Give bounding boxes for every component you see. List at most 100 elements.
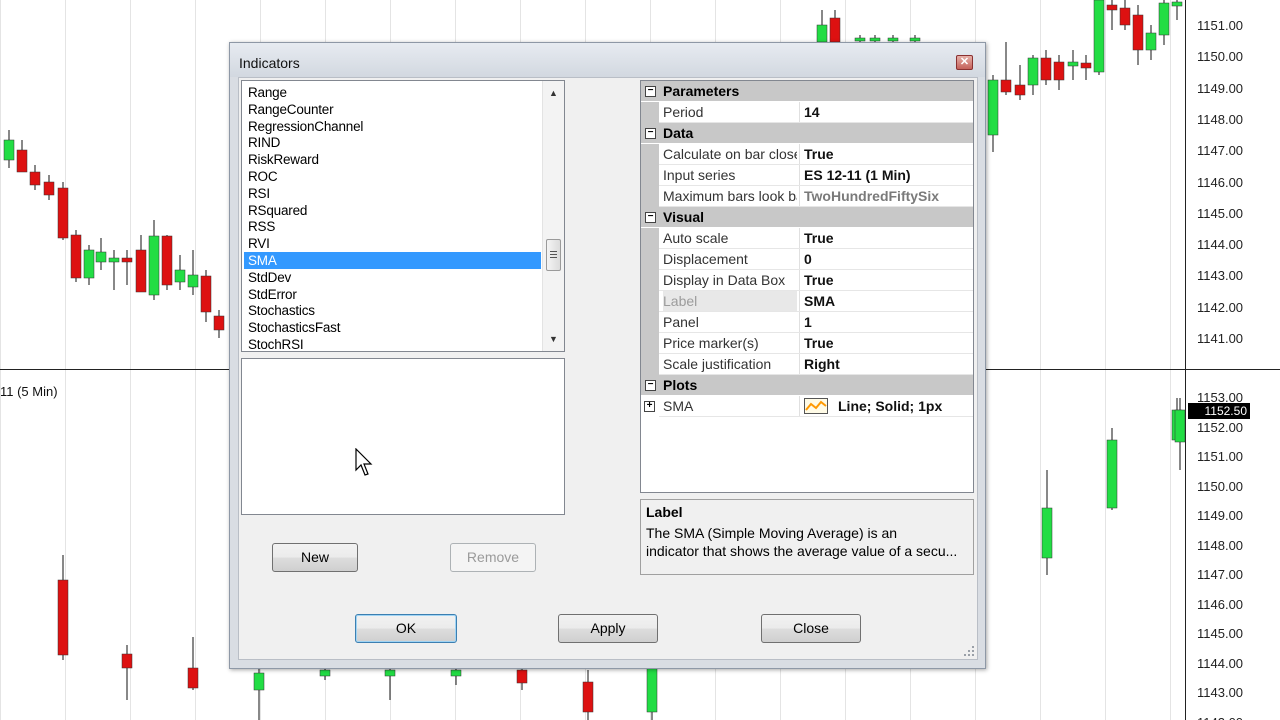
indicator-list-item[interactable]: RSI: [244, 185, 541, 202]
indicator-list-item[interactable]: StdDev: [244, 269, 541, 286]
price-axis-label: 1150.00: [1197, 49, 1244, 65]
price-axis-label: 1143.00: [1197, 268, 1244, 284]
candle-body: [16, 149, 28, 173]
dialog-titlebar[interactable]: Indicators ✕: [230, 43, 985, 77]
collapse-icon[interactable]: −: [645, 128, 656, 139]
candle-body: [187, 274, 199, 288]
property-value[interactable]: SMA: [799, 291, 973, 311]
property-row-plot-sma[interactable]: + SMA Line; Solid; 1px: [641, 396, 973, 417]
candle-body: [200, 275, 212, 313]
price-axis-label: 1152.00: [1197, 419, 1244, 435]
indicator-list-item[interactable]: Stochastics: [244, 302, 541, 319]
close-x-icon[interactable]: ✕: [956, 55, 973, 70]
remove-button[interactable]: Remove: [450, 543, 536, 572]
indicator-list-item[interactable]: SMA: [244, 252, 541, 269]
ok-button[interactable]: OK: [355, 614, 457, 643]
price-axis-label: 1151.00: [1197, 18, 1244, 33]
candle-body: [1119, 7, 1131, 26]
candle-body: [43, 181, 55, 196]
candle-body: [1014, 84, 1026, 96]
indicator-list-item[interactable]: StochRSI: [244, 336, 541, 351]
property-name: SMA: [663, 398, 694, 414]
candle-body: [1000, 79, 1012, 93]
candle-body: [57, 187, 69, 239]
scroll-down-arrow-icon[interactable]: ▼: [543, 331, 564, 347]
indicator-list-item[interactable]: RiskReward: [244, 151, 541, 168]
indicator-list-item[interactable]: RVI: [244, 235, 541, 252]
candle-body: [1171, 1, 1183, 7]
expand-icon[interactable]: +: [644, 401, 655, 412]
candle-body: [148, 235, 160, 296]
candle-body: [29, 171, 41, 186]
property-value[interactable]: True: [799, 144, 973, 164]
category-parameters-label: Parameters: [663, 83, 740, 99]
property-name: Maximum bars look back: [663, 188, 797, 204]
property-row-calculate-on-bar-close[interactable]: Calculate on bar close True: [641, 144, 973, 165]
property-row-input-series[interactable]: Input series ES 12-11 (1 Min): [641, 165, 973, 186]
collapse-icon[interactable]: −: [645, 380, 656, 391]
indicator-list-item[interactable]: RSS: [244, 218, 541, 235]
indicator-list-item[interactable]: RangeCounter: [244, 101, 541, 118]
properties-grid[interactable]: − Parameters Period 14 − Data Calculate …: [640, 80, 974, 493]
price-axis-label: 1144.00: [1197, 655, 1244, 671]
property-value[interactable]: 1: [799, 312, 973, 332]
candle-body: [1106, 439, 1118, 509]
collapse-icon[interactable]: −: [645, 86, 656, 97]
indicator-list-item[interactable]: StochasticsFast: [244, 319, 541, 336]
property-value[interactable]: True: [799, 270, 973, 290]
property-value[interactable]: Right: [799, 354, 973, 374]
category-parameters[interactable]: − Parameters: [641, 81, 973, 101]
property-row-auto-scale[interactable]: Auto scale True: [641, 228, 973, 249]
property-value[interactable]: ES 12-11 (1 Min): [799, 165, 973, 185]
category-data[interactable]: − Data: [641, 123, 973, 143]
candle-body: [3, 139, 15, 161]
resize-grip-icon[interactable]: [963, 645, 975, 657]
property-value[interactable]: TwoHundredFiftySix: [799, 186, 973, 206]
price-axis-label: 1142.00: [1197, 299, 1244, 315]
property-value[interactable]: Line; Solid; 1px: [799, 396, 973, 416]
property-value[interactable]: 14: [799, 102, 973, 122]
property-value[interactable]: 0: [799, 249, 973, 269]
price-axis-label: 1150.00: [1197, 478, 1244, 494]
property-row-display-in-data-box[interactable]: Display in Data Box True: [641, 270, 973, 291]
property-value[interactable]: True: [799, 333, 973, 353]
scroll-up-arrow-icon[interactable]: ▲: [543, 85, 564, 101]
collapse-icon[interactable]: −: [645, 212, 656, 223]
property-row-scale-justification[interactable]: Scale justification Right: [641, 354, 973, 375]
applied-indicators-list[interactable]: [241, 358, 565, 515]
property-row-price-markers[interactable]: Price marker(s) True: [641, 333, 973, 354]
close-button[interactable]: Close: [761, 614, 861, 643]
category-plots[interactable]: − Plots: [641, 375, 973, 395]
indicator-list-item[interactable]: Range: [244, 84, 541, 101]
indicator-list-item[interactable]: RegressionChannel: [244, 118, 541, 135]
category-visual[interactable]: − Visual: [641, 207, 973, 227]
property-name: Label: [663, 291, 797, 311]
property-row-panel[interactable]: Panel 1: [641, 312, 973, 333]
candle-body: [253, 672, 265, 691]
indicator-list-item[interactable]: ROC: [244, 168, 541, 185]
scroll-thumb[interactable]: [546, 239, 561, 271]
available-indicators-list[interactable]: Range RangeCounter RegressionChannel RIND Ri…: [241, 80, 565, 352]
property-name: Price marker(s): [663, 335, 759, 351]
candle-body: [1106, 4, 1118, 11]
candle-body: [909, 37, 921, 42]
indicator-list-item[interactable]: StdError: [244, 286, 541, 303]
property-value[interactable]: True: [799, 228, 973, 248]
property-name: Display in Data Box: [663, 272, 786, 288]
indicator-list-item[interactable]: RIND: [244, 134, 541, 151]
apply-button[interactable]: Apply: [558, 614, 658, 643]
new-button[interactable]: New: [272, 543, 358, 572]
property-name: Displacement: [663, 251, 748, 267]
price-axis-label: 1141.00: [1197, 331, 1244, 346]
candle-body: [1041, 507, 1053, 559]
property-row-displacement[interactable]: Displacement 0: [641, 249, 973, 270]
candle-body: [1132, 14, 1144, 51]
indicator-list-item[interactable]: RSquared: [244, 202, 541, 219]
list-scrollbar[interactable]: ▲ ▼: [542, 81, 564, 351]
candle-body: [516, 669, 528, 684]
property-row-label[interactable]: Label SMA: [641, 291, 973, 312]
property-row-period[interactable]: Period 14: [641, 102, 973, 123]
property-row-maximum-bars-look-back[interactable]: Maximum bars look back TwoHundredFiftySi…: [641, 186, 973, 207]
candle-body: [816, 24, 828, 43]
price-axis-label: 1149.00: [1197, 80, 1244, 96]
